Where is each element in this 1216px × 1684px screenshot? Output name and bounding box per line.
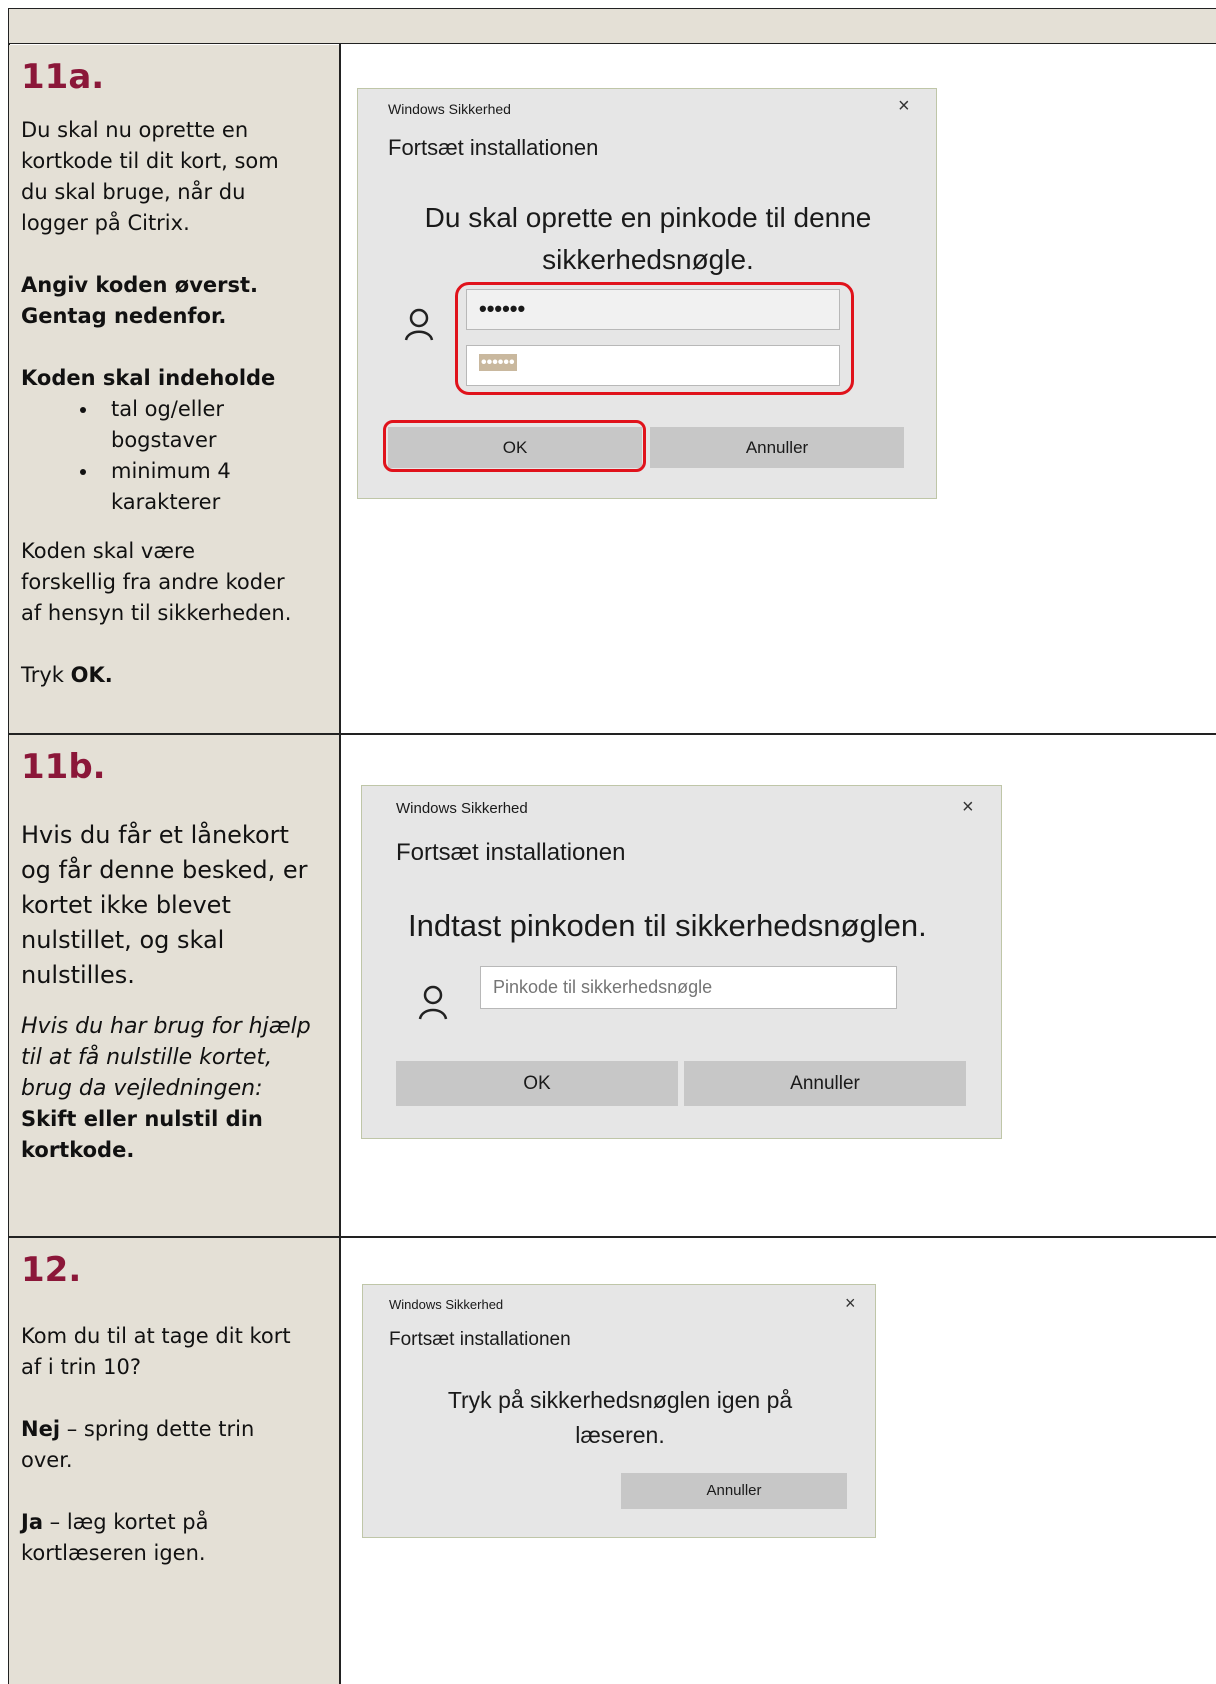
user-icon [404,308,434,341]
dialog-message: Tryk på sikkerhedsnøglen igen på læseren… [363,1383,877,1453]
dialog-subtitle: Fortsæt installationen [396,839,626,866]
intro-line: Hvis du får et lånekort [21,821,289,849]
dialog-message: Du skal oprette en pinkode til denne sik… [358,197,938,281]
answer-yes-cont: kortlæseren igen. [21,1541,206,1565]
list-item-text: karakterer [111,490,221,514]
pin-entry-dialog: Windows Sikkerhed × Fortsæt installation… [361,785,1002,1139]
user-icon [418,985,448,1020]
table-header-row [8,8,1216,44]
ok-button-highlight [383,420,646,472]
guide-reference: kortkode. [21,1138,135,1162]
requirements-heading: Koden skal indeholde [21,366,276,390]
intro-line: nulstillet, og skal [21,926,225,954]
message-line: Tryk på sikkerhedsnøglen igen på [447,1387,793,1413]
cancel-button[interactable]: Annuller [621,1473,847,1509]
list-item: minimum 4 karakterer [99,456,327,518]
help-line: Hvis du har brug for hjælp [21,1014,311,1039]
answer-text: – spring dette trin [60,1417,255,1441]
instruction-table: 11a. Du skal nu oprette en kortkode til … [0,0,1216,1684]
help-line: brug da vejledningen: [21,1076,263,1101]
ok-button[interactable]: OK [396,1061,678,1106]
message-line: læseren. [575,1422,665,1448]
note-line: forskellig fra andre koder [21,570,285,594]
answer-label: Nej [21,1417,61,1441]
step-11b-text-cell: 11b. Hvis du får et lånekort og får denn… [9,735,339,1236]
question-line: Kom du til at tage dit kort [21,1324,291,1348]
step-number: 11a. [21,57,105,97]
note-line: Koden skal være [21,539,196,563]
press-text: Tryk [21,663,71,687]
instruction-bold: Angiv koden øverst. [21,273,259,297]
guide-reference: Skift eller nulstil din [21,1107,263,1131]
step-number: 11b. [21,747,106,787]
message-line: sikkerhedsnøgle. [542,244,754,275]
touch-key-dialog: Windows Sikkerhed × Fortsæt installation… [362,1284,876,1538]
list-item-text: minimum 4 [111,459,231,483]
close-icon[interactable]: × [845,1293,856,1314]
intro-line: kortkode til dit kort, som [21,149,279,173]
answer-label: Ja [21,1510,43,1534]
close-icon[interactable]: × [898,95,910,118]
answer-yes: Ja – læg kortet på [21,1507,327,1538]
list-item: tal og/eller bogstaver [99,394,327,456]
list-item-text: bogstaver [111,428,217,452]
intro-line: nulstilles. [21,961,135,989]
question-line: af i trin 10? [21,1355,142,1379]
intro-line: og får denne besked, er [21,856,308,884]
step-11a-text-cell: 11a. Du skal nu oprette en kortkode til … [9,45,339,733]
list-item-text: tal og/eller [111,397,225,421]
dialog-subtitle: Fortsæt installationen [389,1329,571,1350]
answer-text: – læg kortet på [42,1510,209,1534]
pin-input[interactable] [480,966,897,1009]
instruction-bold: Gentag nedenfor. [21,304,227,328]
window-title: Windows Sikkerhed [389,1297,504,1312]
close-icon[interactable]: × [962,796,974,819]
cancel-button[interactable]: Annuller [684,1061,966,1106]
intro-line: kortet ikke blevet [21,891,231,919]
pin-fields-highlight [455,282,854,395]
answer-no-cont: over. [21,1448,73,1472]
requirements-list: tal og/eller bogstaver minimum 4 karaktere… [21,394,327,518]
dialog-message: Indtast pinkoden til sikkerhedsnøglen. [408,908,927,943]
window-title: Windows Sikkerhed [388,101,511,117]
note-line: af hensyn til sikkerheden. [21,601,292,625]
help-line: til at få nulstille kortet, [21,1045,273,1070]
intro-line: logger på Citrix. [21,211,190,235]
window-title: Windows Sikkerhed [396,800,528,817]
press-bold: OK. [70,663,113,687]
press-ok-line: Tryk OK. [21,660,327,691]
answer-no: Nej – spring dette trin [21,1414,327,1445]
dialog-subtitle: Fortsæt installationen [388,135,599,160]
intro-line: du skal bruge, når du [21,180,246,204]
step-12-text-cell: 12. Kom du til at tage dit kort af i tri… [9,1238,339,1684]
message-line: Du skal oprette en pinkode til denne [424,202,872,233]
cancel-button[interactable]: Annuller [650,427,904,468]
column-divider [339,44,341,1684]
intro-line: Du skal nu oprette en [21,118,249,142]
step-number: 12. [21,1250,82,1290]
